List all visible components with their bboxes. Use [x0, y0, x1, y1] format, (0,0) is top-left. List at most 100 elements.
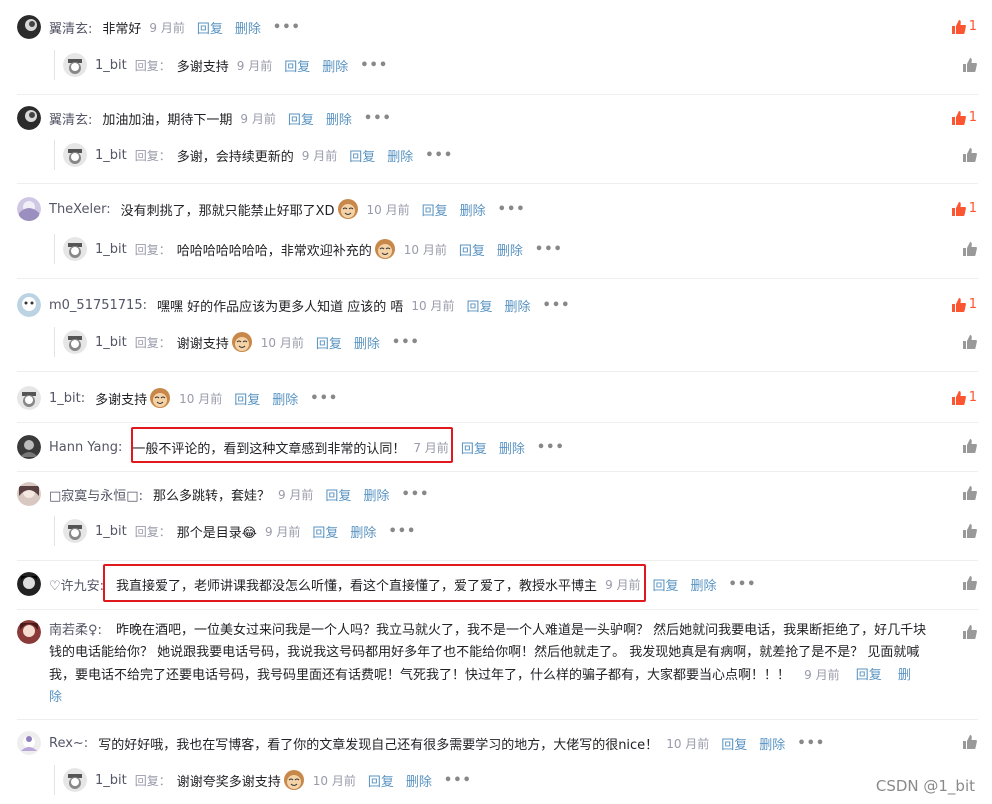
avatar[interactable]: [63, 519, 87, 543]
reply-username[interactable]: 1_bit: [95, 58, 127, 73]
reply-link[interactable]: 回复: [721, 734, 747, 753]
more-icon[interactable]: •••: [797, 736, 825, 751]
like-button[interactable]: [963, 735, 977, 749]
like-button[interactable]: 1: [951, 19, 977, 34]
like-button[interactable]: 1: [951, 110, 977, 125]
reply-link[interactable]: 回复: [466, 296, 492, 315]
comment-username[interactable]: m0_51751715:: [49, 298, 147, 313]
avatar[interactable]: [17, 15, 41, 39]
more-icon[interactable]: •••: [535, 242, 563, 257]
delete-link[interactable]: 删除: [499, 438, 525, 457]
avatar[interactable]: [63, 330, 87, 354]
avatar[interactable]: [17, 386, 41, 410]
comment-username[interactable]: 1_bit:: [49, 391, 85, 406]
like-button[interactable]: 1: [951, 297, 977, 312]
reply-link[interactable]: 回复: [422, 200, 448, 219]
more-icon[interactable]: •••: [444, 773, 472, 788]
avatar[interactable]: [17, 620, 41, 644]
comment-text: 非常好: [102, 21, 142, 37]
like-button[interactable]: [963, 524, 977, 538]
reply-time: 9 月前: [236, 58, 273, 73]
delete-link[interactable]: 删除: [759, 734, 785, 753]
reply-link[interactable]: 回复: [459, 240, 485, 259]
avatar[interactable]: [63, 143, 87, 167]
more-icon[interactable]: •••: [425, 148, 453, 163]
avatar[interactable]: [17, 572, 41, 596]
reply-link[interactable]: 回复: [856, 668, 882, 683]
reply-link[interactable]: 回复: [653, 575, 679, 594]
delete-link[interactable]: 删除: [691, 575, 717, 594]
like-button[interactable]: 1: [951, 390, 977, 405]
more-icon[interactable]: •••: [543, 298, 571, 313]
like-button[interactable]: 1: [951, 201, 977, 216]
delete-link[interactable]: 删除: [406, 771, 432, 790]
delete-link[interactable]: 删除: [497, 240, 523, 259]
like-button[interactable]: [963, 625, 977, 639]
reply-link[interactable]: 回复: [461, 438, 487, 457]
delete-link[interactable]: 删除: [505, 296, 531, 315]
more-icon[interactable]: •••: [364, 111, 392, 126]
like-button[interactable]: [963, 486, 977, 500]
reply-link[interactable]: 回复: [197, 18, 223, 37]
more-icon[interactable]: •••: [729, 577, 757, 592]
comment-text: 昨晚在酒吧，一位美女过来问我是一个人吗？我立马就火了，我不是一个人难道是一头驴啊…: [49, 623, 927, 683]
delete-link[interactable]: 删除: [354, 333, 380, 352]
comment-text: 没有刺挑了，那就只能禁止好耶了XD: [120, 203, 335, 219]
reply-link[interactable]: 回复: [288, 109, 314, 128]
avatar[interactable]: [17, 293, 41, 317]
avatar[interactable]: [63, 237, 87, 261]
like-button[interactable]: [963, 148, 977, 162]
reply-link[interactable]: 回复: [325, 485, 351, 504]
delete-link[interactable]: 删除: [387, 146, 413, 165]
more-icon[interactable]: •••: [401, 487, 429, 502]
more-icon[interactable]: •••: [392, 335, 420, 350]
delete-link[interactable]: 删除: [350, 522, 376, 541]
delete-link[interactable]: 删除: [272, 389, 298, 408]
more-icon[interactable]: •••: [388, 524, 416, 539]
comment-text: 加油加油，期待下一期: [102, 112, 233, 128]
reply-link[interactable]: 回复: [234, 389, 260, 408]
more-icon[interactable]: •••: [310, 391, 338, 406]
avatar[interactable]: [17, 731, 41, 755]
avatar[interactable]: [63, 768, 87, 792]
reply-username[interactable]: 1_bit: [95, 524, 127, 539]
more-icon[interactable]: •••: [360, 58, 388, 73]
like-button[interactable]: [963, 335, 977, 349]
avatar[interactable]: [17, 197, 41, 221]
reply-link[interactable]: 回复: [284, 56, 310, 75]
reply-username[interactable]: 1_bit: [95, 773, 127, 788]
delete-link[interactable]: 删除: [326, 109, 352, 128]
like-button[interactable]: [963, 576, 977, 590]
reply-link[interactable]: 回复: [368, 771, 394, 790]
delete-link[interactable]: 删除: [460, 200, 486, 219]
reply-link[interactable]: 回复: [312, 522, 338, 541]
reply-link[interactable]: 回复: [349, 146, 375, 165]
monkey-emoji-icon: [283, 769, 305, 791]
comment-username[interactable]: TheXeler:: [49, 202, 111, 217]
avatar[interactable]: [17, 482, 41, 506]
delete-link[interactable]: 删除: [363, 485, 389, 504]
avatar[interactable]: [17, 106, 41, 130]
avatar[interactable]: [17, 435, 41, 459]
comment-username[interactable]: Rex~:: [49, 736, 88, 751]
delete-link[interactable]: 删除: [322, 56, 348, 75]
more-icon[interactable]: •••: [498, 202, 526, 217]
reply-username[interactable]: 1_bit: [95, 335, 127, 350]
avatar[interactable]: [63, 53, 87, 77]
comment-username[interactable]: □寂寞与永恒□:: [49, 485, 143, 504]
comment-username[interactable]: 翼清玄:: [49, 109, 92, 128]
comment-username[interactable]: ♡许九安:: [49, 575, 104, 594]
reply-username[interactable]: 1_bit: [95, 148, 127, 163]
delete-link[interactable]: 删除: [235, 18, 261, 37]
comment-username[interactable]: Hann Yang:: [49, 440, 122, 455]
comment-username[interactable]: 翼清玄:: [49, 18, 92, 37]
comment-username[interactable]: 南若柔♀:: [49, 623, 102, 638]
like-button[interactable]: [963, 58, 977, 72]
reply-link[interactable]: 回复: [316, 333, 342, 352]
more-icon[interactable]: •••: [273, 20, 301, 35]
like-button[interactable]: [963, 439, 977, 453]
more-icon[interactable]: •••: [537, 440, 565, 455]
like-button[interactable]: [963, 242, 977, 256]
reply-text: 多谢支持: [176, 59, 229, 75]
reply-username[interactable]: 1_bit: [95, 242, 127, 257]
